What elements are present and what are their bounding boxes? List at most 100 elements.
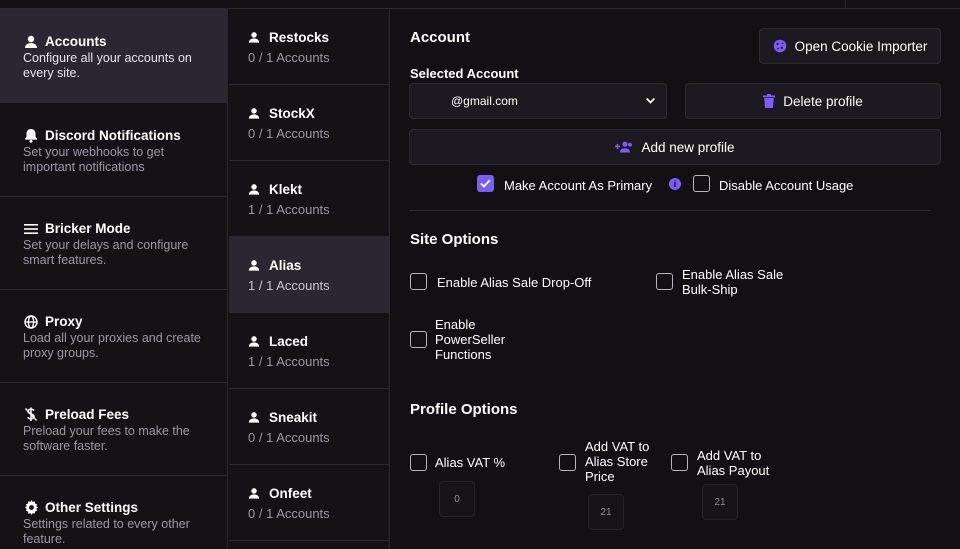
nav-title: Proxy: [45, 314, 83, 329]
selected-account-select[interactable]: @gmail.com: [409, 83, 667, 119]
site-name: Laced: [269, 334, 309, 349]
user-icon: [248, 259, 262, 273]
add-vat-payout-checkbox[interactable]: [671, 454, 688, 471]
selected-account-label: Selected Account: [410, 66, 519, 81]
user-icon: [248, 107, 262, 121]
nav-title: Preload Fees: [45, 407, 130, 422]
gear-icon: [23, 500, 39, 516]
alias-sale-drop-off-checkbox[interactable]: [410, 273, 427, 290]
nav-description: Set your webhooks to get important notif…: [23, 145, 165, 174]
nav-item-discord-notifications[interactable]: Discord Notifications Set your webhooks …: [0, 103, 228, 197]
open-cookie-importer-button[interactable]: Open Cookie Importer: [759, 28, 941, 64]
site-account-count: 0 / 1 Accounts: [248, 430, 330, 445]
site-account-count: 0 / 1 Accounts: [248, 126, 330, 141]
site-name: Onfeet: [269, 486, 312, 501]
site-account-count: 0 / 1 Accounts: [248, 50, 330, 65]
label-line: PowerSeller: [435, 332, 506, 347]
make-primary-label: Make Account As Primary: [504, 178, 653, 193]
cookie-button-label: Open Cookie Importer: [794, 38, 928, 54]
add-new-profile-label: Add new profile: [641, 139, 735, 155]
site-item-laced[interactable]: Laced 1 / 1 Accounts: [229, 313, 390, 389]
user-icon: [23, 34, 39, 50]
top-bar-divider: [845, 0, 846, 9]
add-vat-payout-label: Add VAT to Alias Payout: [697, 448, 769, 478]
site-item-stockx[interactable]: StockX 0 / 1 Accounts: [229, 85, 390, 161]
delete-profile-button[interactable]: Delete profile: [685, 83, 941, 119]
site-account-count: 1 / 1 Accounts: [248, 354, 330, 369]
selected-account-value: @gmail.com: [451, 94, 518, 108]
site-account-count: 1 / 1 Accounts: [248, 202, 330, 217]
disable-account-usage-label: Disable Account Usage: [719, 178, 854, 193]
nav-item-bricker-mode[interactable]: Bricker Mode Set your delays and configu…: [0, 196, 228, 290]
site-item-klekt[interactable]: Klekt 1 / 1 Accounts: [229, 161, 390, 237]
site-account-count: 1 / 1 Accounts: [248, 278, 330, 293]
site-item-sneakit[interactable]: Sneakit 0 / 1 Accounts: [229, 389, 390, 465]
nav-title: Bricker Mode: [45, 221, 131, 236]
label-line: Alias Payout: [697, 463, 770, 478]
label-line: Alias Store: [585, 454, 648, 469]
nav-title: Other Settings: [45, 500, 139, 515]
section-divider: [409, 210, 931, 211]
user-icon: [248, 183, 262, 197]
user-icon: [248, 411, 262, 425]
site-account-count: 0 / 1 Accounts: [248, 506, 330, 521]
site-list: Restocks 0 / 1 Accounts StockX 0 / 1 Acc…: [229, 9, 390, 549]
top-bar: [0, 0, 960, 9]
alias-sale-drop-off-label: Enable Alias Sale Drop-Off: [437, 275, 592, 290]
cookie-icon: [773, 39, 787, 53]
label-line: Functions: [435, 347, 492, 362]
disable-account-usage-checkbox[interactable]: [693, 175, 710, 192]
site-item-restocks[interactable]: Restocks 0 / 1 Accounts: [229, 9, 390, 85]
payout-vat-input[interactable]: 21: [702, 484, 738, 520]
chevron-down-icon: [645, 95, 656, 109]
nav-description: Preload your fees to make the software f…: [23, 424, 190, 453]
checkmark-icon: [480, 179, 491, 188]
nav-description: Configure all your accounts on every sit…: [23, 51, 192, 80]
label-line: Price: [585, 469, 615, 484]
powerseller-functions-checkbox[interactable]: [410, 331, 427, 348]
user-icon: [248, 335, 262, 349]
nav-description: Set your delays and configure smart feat…: [23, 238, 189, 267]
nav-item-accounts[interactable]: Accounts Configure all your accounts on …: [0, 9, 228, 103]
store-price-vat-input[interactable]: 21: [588, 494, 624, 530]
nav-description: Load all your proxies and create proxy g…: [23, 331, 201, 360]
account-settings-panel: Account Open Cookie Importer Selected Ac…: [391, 9, 960, 549]
alias-vat-label: Alias VAT %: [435, 455, 506, 470]
site-name: Sneakit: [269, 410, 318, 425]
dollar-off-icon: [23, 407, 39, 423]
site-item-onfeet[interactable]: Onfeet 0 / 1 Accounts: [229, 465, 390, 541]
site-name: Klekt: [269, 182, 303, 197]
profile-options-heading: Profile Options: [410, 401, 518, 418]
alias-vat-checkbox[interactable]: [410, 454, 427, 471]
label-line: Add VAT to: [585, 439, 650, 454]
nav-item-other-settings[interactable]: Other Settings Settings related to every…: [0, 475, 228, 549]
nav-item-preload-fees[interactable]: Preload Fees Preload your fees to make t…: [0, 382, 228, 476]
add-vat-store-price-checkbox[interactable]: [559, 454, 576, 471]
label-line: Enable Alias Sale: [682, 267, 784, 282]
label-line: Bulk-Ship: [682, 282, 738, 297]
site-name: Alias: [269, 258, 302, 273]
menu-icon: [23, 221, 39, 237]
nav-item-proxy[interactable]: Proxy Load all your proxies and create p…: [0, 289, 228, 383]
add-users-icon: [615, 141, 633, 153]
trash-icon: [763, 94, 776, 108]
add-vat-store-price-label: Add VAT to Alias Store Price: [585, 439, 649, 484]
site-item-alias[interactable]: Alias 1 / 1 Accounts: [229, 237, 390, 313]
site-options-heading: Site Options: [410, 231, 499, 248]
user-icon: [248, 487, 262, 501]
label-line: Enable: [435, 317, 476, 332]
globe-icon: [23, 314, 39, 330]
alias-sale-bulk-ship-label: Enable Alias Sale Bulk-Ship: [682, 267, 783, 297]
alias-vat-input[interactable]: 0: [439, 481, 475, 517]
add-new-profile-button[interactable]: Add new profile: [409, 129, 941, 165]
nav-description: Settings related to every other feature.: [23, 517, 190, 546]
info-icon[interactable]: i: [669, 178, 681, 190]
label-line: Add VAT to: [697, 448, 762, 463]
site-name: StockX: [269, 106, 315, 121]
user-icon: [248, 31, 262, 45]
nav-title: Accounts: [45, 34, 107, 49]
powerseller-functions-label: Enable PowerSeller Functions: [435, 317, 505, 362]
alias-sale-bulk-ship-checkbox[interactable]: [656, 273, 673, 290]
make-primary-checkbox[interactable]: [477, 175, 494, 192]
delete-profile-label: Delete profile: [783, 93, 863, 109]
